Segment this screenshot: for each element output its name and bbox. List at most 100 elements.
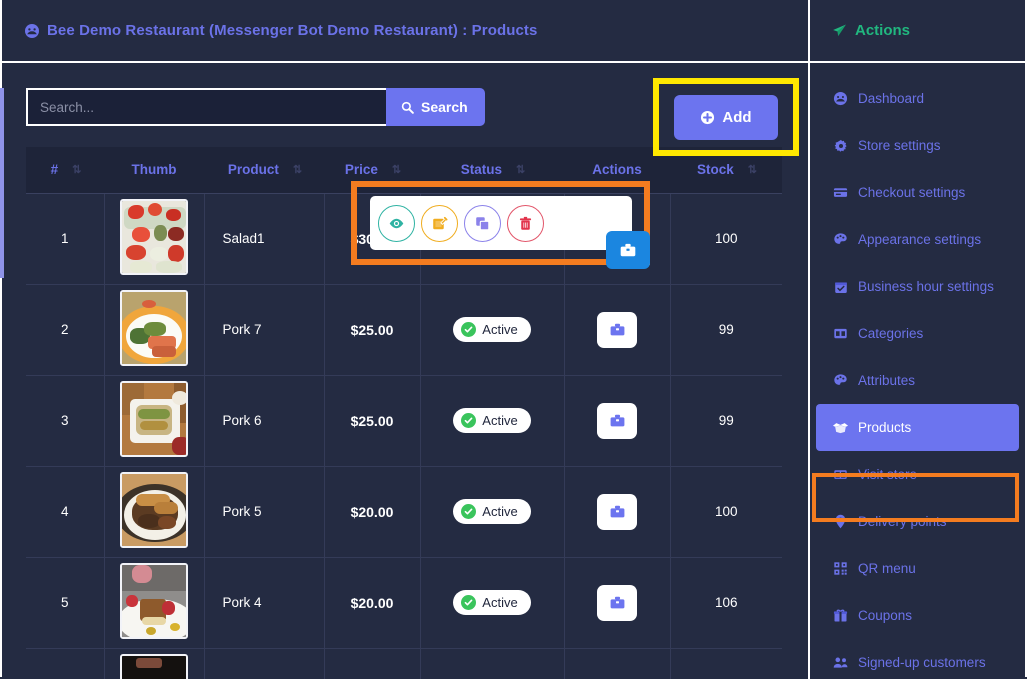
row-index: 2	[26, 284, 105, 376]
sidebar-item-label: Coupons	[858, 608, 913, 623]
page-title-bar: Bee Demo Restaurant (Messenger Bot Demo …	[0, 0, 808, 63]
duplicate-button[interactable]	[464, 204, 501, 242]
column-label: Status	[460, 162, 503, 178]
row-action-button[interactable]	[597, 311, 637, 348]
row-product-name: Pork 5	[204, 466, 325, 558]
row-stock	[670, 648, 782, 679]
calendar-check-icon	[832, 280, 849, 294]
row-actions-cell	[564, 466, 671, 558]
sidebar-item-appearance-settings[interactable]: Appearance settings	[810, 216, 1025, 263]
row-stock: 99	[670, 375, 782, 467]
sidebar-item-checkout-settings[interactable]: Checkout settings	[810, 169, 1025, 216]
map-pin-icon	[832, 514, 849, 529]
view-button[interactable]	[378, 204, 415, 242]
row-stock: 100	[670, 192, 782, 285]
app-window: Bee Demo Restaurant (Messenger Bot Demo …	[0, 0, 1027, 679]
add-button[interactable]: Add	[674, 94, 778, 140]
status-label: Active	[482, 322, 518, 337]
row-actions-cell	[564, 375, 671, 467]
column-label: Thumb	[131, 162, 177, 178]
status-badge: Active	[453, 590, 531, 615]
sort-icon[interactable]: ⇅	[748, 163, 757, 176]
box-open-icon	[832, 419, 849, 436]
sidebar-item-store-settings[interactable]: Store settings	[810, 122, 1025, 169]
row-price	[324, 648, 421, 679]
sort-icon[interactable]: ⇅	[72, 163, 81, 176]
product-thumbnail	[120, 290, 188, 366]
sidebar-item-categories[interactable]: Categories	[810, 310, 1025, 357]
sort-icon[interactable]: ⇅	[392, 163, 401, 176]
table-row: 4 Pork 5 $20.00 Active 100	[26, 466, 782, 558]
plus-circle-icon	[700, 110, 715, 125]
column-label: Actions	[592, 162, 642, 178]
column-header-thumb: Thumb	[104, 147, 204, 194]
sidebar-item-label: Signed-up customers	[858, 655, 986, 670]
status-label: Active	[482, 504, 518, 519]
search-input[interactable]	[26, 88, 386, 126]
column-label: Price	[344, 162, 378, 178]
column-label: Product	[227, 162, 279, 178]
edit-button[interactable]	[421, 204, 458, 242]
sort-icon[interactable]: ⇅	[293, 163, 302, 176]
check-circle-icon	[461, 413, 477, 428]
row-action-button[interactable]	[597, 584, 637, 621]
sidebar-item-attributes[interactable]: Attributes	[810, 357, 1025, 404]
product-thumbnail	[120, 563, 188, 639]
column-label: Stock	[697, 162, 734, 178]
pencil-square-icon	[431, 215, 448, 232]
sidebar-menu: Dashboard Store settings Checkout settin…	[810, 63, 1027, 677]
row-thumb-cell	[104, 192, 205, 285]
page-title: Bee Demo Restaurant (Messenger Bot Demo …	[47, 22, 538, 39]
sidebar-header-label: Actions	[855, 22, 911, 39]
row-price: $20.00	[324, 466, 421, 558]
sidebar-item-coupons[interactable]: Coupons	[810, 592, 1025, 639]
column-label: #	[50, 162, 59, 178]
row-stock-button[interactable]	[606, 231, 650, 269]
row-price: $25.00	[324, 375, 421, 467]
sidebar-item-label: Appearance settings	[858, 232, 982, 247]
sidebar-item-label: Store settings	[858, 138, 941, 153]
row-thumb-cell	[104, 466, 205, 558]
sidebar-item-delivery-points[interactable]: Delivery points	[810, 498, 1025, 545]
row-status-cell	[420, 648, 565, 679]
delete-button[interactable]	[507, 204, 544, 242]
sidebar-item-products[interactable]: Products	[816, 404, 1019, 451]
table-body: 1 Salad1 100 2 Pork 7 $25.00 Active 99 3…	[26, 192, 782, 679]
sidebar-item-business-hour-settings[interactable]: Business hour settings	[810, 263, 1025, 310]
search-icon	[401, 101, 414, 114]
row-product-name: Pork 4	[204, 557, 325, 649]
add-button-highlight: Add	[653, 78, 799, 156]
eye-icon	[388, 215, 405, 232]
row-stock: 100	[670, 466, 782, 558]
row-status-cell: Active	[420, 557, 565, 649]
search-button[interactable]: Search	[386, 88, 485, 126]
gear-icon	[832, 139, 849, 153]
row-index: 5	[26, 557, 105, 649]
sidebar-item-signed-up-customers[interactable]: Signed-up customers	[810, 639, 1025, 679]
table-row: 2 Pork 7 $25.00 Active 99	[26, 284, 782, 376]
column-header-index[interactable]: # ⇅	[26, 147, 104, 194]
row-index: 1	[26, 192, 105, 285]
row-stock: 106	[670, 557, 782, 649]
credit-card-icon	[832, 185, 849, 200]
row-action-button[interactable]	[597, 493, 637, 530]
gift-icon	[832, 608, 849, 623]
sidebar-item-visit-store[interactable]: Visit store	[810, 451, 1025, 498]
table-row: 6	[26, 648, 782, 679]
column-header-product[interactable]: Product ⇅	[204, 147, 324, 194]
row-index: 3	[26, 375, 105, 467]
add-button-label: Add	[722, 108, 752, 126]
sidebar-item-qr-menu[interactable]: QR menu	[810, 545, 1025, 592]
briefcase-icon	[619, 241, 637, 259]
sidebar-item-dashboard[interactable]: Dashboard	[810, 75, 1025, 122]
row-actions-popover	[370, 196, 632, 250]
row-thumb-cell	[104, 284, 205, 376]
sidebar-item-label: Categories	[858, 326, 924, 341]
search-button-label: Search	[421, 99, 468, 115]
sidebar-item-label: QR menu	[858, 561, 916, 576]
sidebar-item-label: Products	[858, 420, 912, 435]
sort-icon[interactable]: ⇅	[516, 163, 525, 176]
row-action-button[interactable]	[597, 402, 637, 439]
palette-icon	[832, 373, 849, 388]
check-circle-icon	[461, 322, 477, 337]
